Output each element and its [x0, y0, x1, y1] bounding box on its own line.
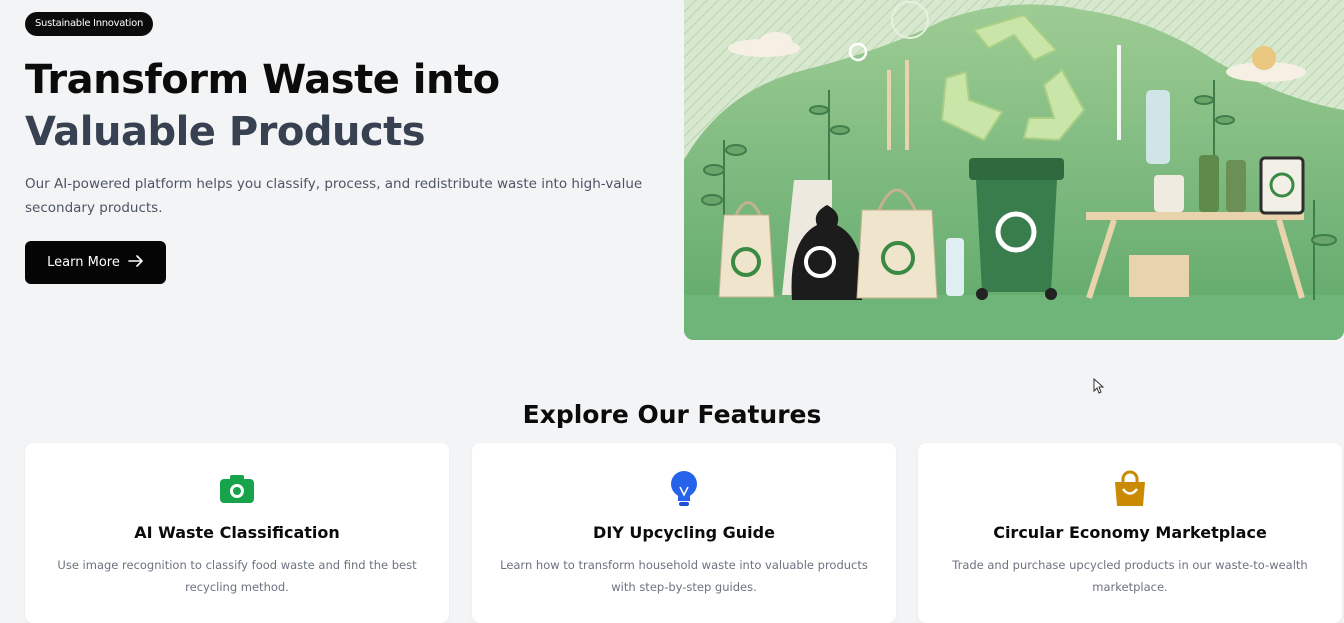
features-title: Explore Our Features — [522, 400, 822, 429]
feature-card-description: Trade and purchase upcycled products in … — [952, 558, 1308, 594]
hero-badge: Sustainable Innovation — [25, 12, 153, 36]
feature-card-title: Circular Economy Marketplace — [993, 523, 1267, 542]
hero-title: Transform Waste into Valuable Products — [25, 54, 500, 158]
feature-card-title: DIY Upcycling Guide — [593, 523, 775, 542]
feature-card-description: Learn how to transform household waste i… — [500, 558, 868, 594]
feature-card-ai-classification[interactable]: AI Waste Classification Use image recogn… — [25, 443, 449, 623]
learn-more-label: Learn More — [47, 255, 120, 270]
hero-description: Our AI-powered platform helps you classi… — [25, 176, 643, 216]
learn-more-button[interactable]: Learn More — [25, 241, 166, 284]
arrow-right-icon — [128, 254, 144, 271]
feature-card-title: AI Waste Classification — [134, 523, 340, 542]
shopping-bag-icon — [1110, 469, 1150, 509]
recycling-illustration-icon — [684, 0, 1344, 340]
feature-card-diy-upcycling[interactable]: DIY Upcycling Guide Learn how to transfo… — [472, 443, 896, 623]
hero-title-line2: Valuable Products — [25, 109, 426, 155]
hero-illustration — [684, 0, 1344, 340]
feature-card-description: Use image recognition to classify food w… — [57, 558, 417, 594]
hero-title-line1: Transform Waste into — [25, 57, 500, 103]
camera-icon — [217, 469, 257, 509]
feature-card-marketplace[interactable]: Circular Economy Marketplace Trade and p… — [918, 443, 1342, 623]
mouse-cursor-icon — [1093, 377, 1105, 394]
lightbulb-icon — [664, 469, 704, 509]
